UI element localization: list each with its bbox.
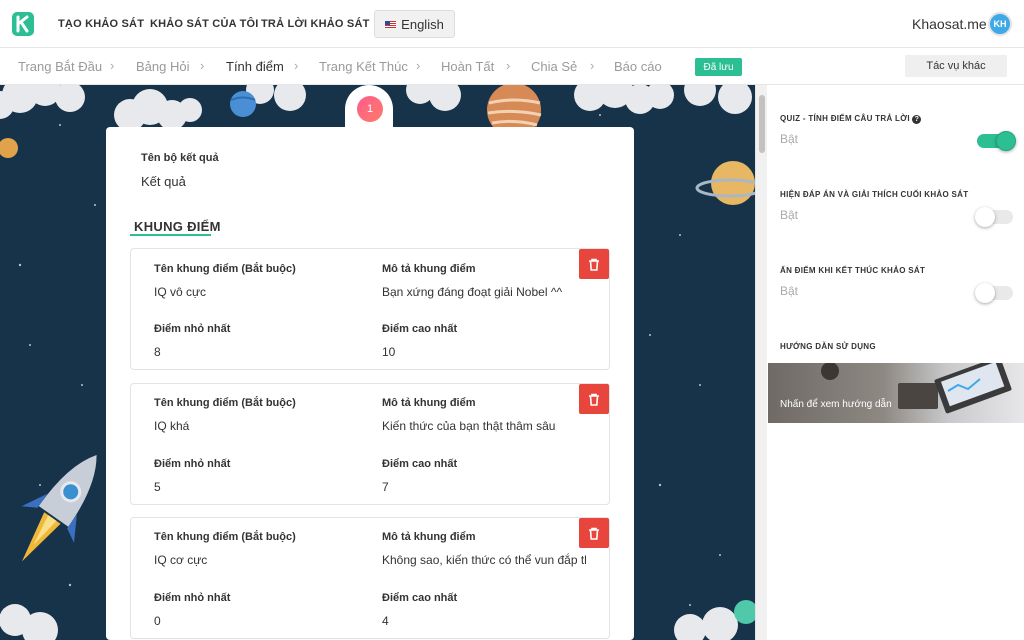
toggle-knob bbox=[996, 131, 1016, 151]
quiz-setting-title-text: QUIZ - TÍNH ĐIỂM CÂU TRẢ LỜI bbox=[780, 114, 910, 123]
language-button[interactable]: English bbox=[374, 10, 455, 38]
nav-answer-survey[interactable]: TRẢ LỜI KHẢO SÁT bbox=[261, 18, 370, 30]
guide-desk-image bbox=[821, 363, 1012, 414]
step-breadcrumb: Trang Bắt Đầu › Bảng Hỏi › Tính điểm › T… bbox=[0, 48, 1024, 85]
range-desc-input[interactable]: Bạn xứng đáng đoạt giải Nobel ^^ bbox=[382, 285, 586, 299]
trash-icon bbox=[589, 527, 599, 540]
range-max-input[interactable]: 4 bbox=[382, 614, 389, 628]
user-guide-title: HƯỚNG DẪN SỬ DỤNG bbox=[780, 342, 876, 351]
range-max-label: Điểm cao nhất bbox=[382, 592, 458, 604]
range-min-label: Điểm nhỏ nhất bbox=[154, 592, 231, 604]
range-min-input[interactable]: 8 bbox=[154, 345, 161, 359]
range-max-label: Điểm cao nhất bbox=[382, 323, 458, 335]
show-answers-title: HIỆN ĐÁP ÁN VÀ GIẢI THÍCH CUỐI KHẢO SÁT bbox=[780, 190, 969, 199]
range-name-input[interactable]: IQ vô cực bbox=[154, 285, 364, 299]
step-share[interactable]: Chia Sẻ bbox=[531, 59, 577, 74]
user-guide-link[interactable]: Nhấn để xem hướng dẫn bbox=[780, 399, 892, 410]
range-desc-label: Mô tả khung điểm bbox=[382, 263, 476, 275]
hide-score-title: ẨN ĐIỂM KHI KẾT THÚC KHẢO SÁT bbox=[780, 266, 926, 275]
delete-range-button[interactable] bbox=[579, 518, 609, 548]
nav-create-survey[interactable]: TẠO KHẢO SÁT bbox=[58, 18, 144, 30]
range-min-label: Điểm nhỏ nhất bbox=[154, 458, 231, 470]
user-guide-banner[interactable]: Nhấn để xem hướng dẫn bbox=[768, 363, 1024, 423]
saved-badge: Đã lưu bbox=[695, 58, 742, 76]
range-max-input[interactable]: 7 bbox=[382, 480, 389, 494]
nav-my-surveys[interactable]: KHẢO SÁT CỦA TÔI bbox=[150, 18, 259, 30]
quiz-setting-state: Bật bbox=[780, 132, 799, 146]
scrollbar-thumb[interactable] bbox=[759, 95, 765, 153]
show-answers-state: Bật bbox=[780, 208, 799, 222]
range-min-input[interactable]: 0 bbox=[154, 614, 161, 628]
step-end-page[interactable]: Trang Kết Thúc bbox=[319, 59, 408, 74]
result-set-number[interactable]: 1 bbox=[357, 96, 383, 122]
range-desc-input[interactable]: Kiến thức của bạn thật thâm sâu bbox=[382, 419, 586, 433]
score-range-heading: KHUNG ĐIỂM bbox=[134, 219, 221, 234]
delete-range-button[interactable] bbox=[579, 249, 609, 279]
chevron-right-icon: › bbox=[590, 58, 595, 73]
chevron-right-icon: › bbox=[110, 58, 115, 73]
range-min-input[interactable]: 5 bbox=[154, 480, 161, 494]
khaosat-logo-icon[interactable] bbox=[12, 12, 34, 36]
top-navbar: TẠO KHẢO SÁT KHẢO SÁT CỦA TÔI TRẢ LỜI KH… bbox=[0, 0, 1024, 48]
trash-icon bbox=[589, 393, 599, 406]
hide-score-toggle[interactable] bbox=[975, 283, 1013, 303]
range-name-input[interactable]: IQ cơ cực bbox=[154, 553, 364, 567]
quiz-toggle[interactable] bbox=[977, 131, 1016, 151]
toggle-knob bbox=[975, 283, 995, 303]
trash-icon bbox=[589, 258, 599, 271]
chevron-right-icon: › bbox=[416, 58, 421, 73]
heading-underline bbox=[130, 234, 211, 236]
chevron-right-icon: › bbox=[506, 58, 511, 73]
chevron-right-icon: › bbox=[200, 58, 205, 73]
more-actions-button[interactable]: Tác vụ khác bbox=[905, 55, 1007, 77]
quiz-setting-title: QUIZ - TÍNH ĐIỂM CÂU TRẢ LỜI ? bbox=[780, 114, 922, 124]
show-answers-toggle[interactable] bbox=[975, 207, 1013, 227]
hide-score-state: Bật bbox=[780, 284, 799, 298]
help-icon[interactable]: ? bbox=[912, 115, 922, 124]
delete-range-button[interactable] bbox=[579, 384, 609, 414]
toggle-knob bbox=[975, 207, 995, 227]
avatar[interactable]: KH bbox=[988, 12, 1012, 36]
range-desc-input[interactable]: Không sao, kiến thức có thể vun đắp thêm bbox=[382, 553, 586, 567]
range-max-label: Điểm cao nhất bbox=[382, 458, 458, 470]
range-name-label: Tên khung điểm (Bắt buộc) bbox=[154, 263, 296, 275]
step-questionnaire[interactable]: Bảng Hỏi bbox=[136, 59, 189, 74]
range-max-input[interactable]: 10 bbox=[382, 345, 395, 359]
step-start-page[interactable]: Trang Bắt Đầu bbox=[18, 59, 102, 74]
us-flag-icon bbox=[385, 20, 397, 28]
range-desc-label: Mô tả khung điểm bbox=[382, 531, 476, 543]
content-scrollbar[interactable] bbox=[755, 85, 767, 640]
range-min-label: Điểm nhỏ nhất bbox=[154, 323, 231, 335]
result-set-name-label: Tên bộ kết quả bbox=[141, 152, 219, 164]
language-label: English bbox=[401, 16, 444, 32]
step-scoring[interactable]: Tính điểm bbox=[226, 59, 284, 74]
range-name-label: Tên khung điểm (Bắt buộc) bbox=[154, 531, 296, 543]
range-name-input[interactable]: IQ khá bbox=[154, 419, 364, 433]
step-report[interactable]: Báo cáo bbox=[614, 59, 662, 74]
chevron-right-icon: › bbox=[294, 58, 299, 73]
range-name-label: Tên khung điểm (Bắt buộc) bbox=[154, 397, 296, 409]
result-set-name-input[interactable]: Kết quả bbox=[141, 174, 186, 189]
brand-name[interactable]: Khaosat.me bbox=[912, 16, 987, 32]
range-desc-label: Mô tả khung điểm bbox=[382, 397, 476, 409]
step-complete[interactable]: Hoàn Tất bbox=[441, 59, 494, 74]
